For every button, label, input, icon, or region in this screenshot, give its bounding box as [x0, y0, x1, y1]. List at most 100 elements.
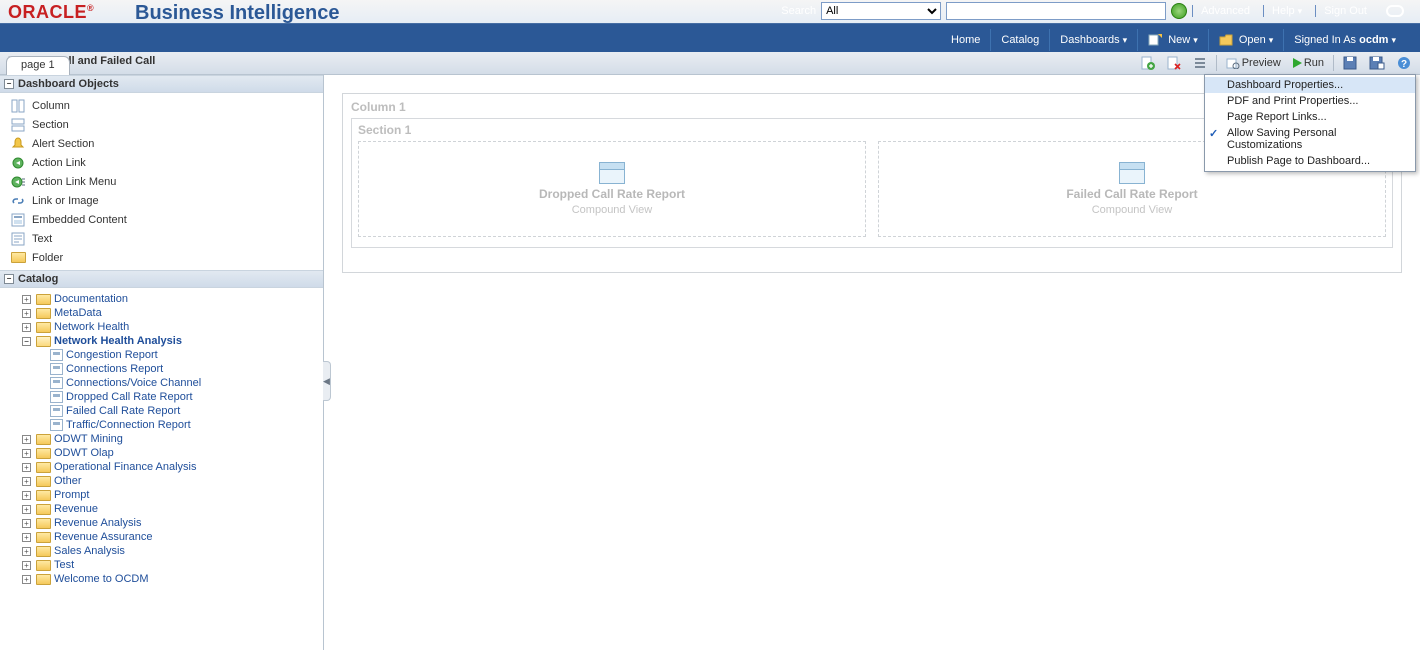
folder-icon — [36, 462, 51, 473]
object-label: Link or Image — [32, 195, 99, 207]
catalog-folder[interactable]: +MetaData — [22, 306, 323, 320]
separator — [1216, 55, 1217, 71]
search-go-button[interactable] — [1171, 3, 1187, 19]
folder-icon — [36, 434, 51, 445]
nav-home[interactable]: Home — [941, 29, 990, 51]
report-icon — [50, 363, 63, 375]
folder-label: Network Health — [54, 321, 129, 333]
catalog-report[interactable]: Traffic/Connection Report — [50, 418, 323, 432]
tools-menu-button[interactable] — [1188, 53, 1212, 72]
expand-icon[interactable]: + — [22, 463, 31, 472]
preview-icon — [1226, 57, 1240, 69]
help-button[interactable]: ? — [1392, 53, 1416, 72]
expand-icon[interactable]: + — [22, 435, 31, 444]
object-icon — [10, 136, 26, 151]
catalog-folder[interactable]: + Network Health — [22, 320, 323, 334]
expand-icon[interactable]: + — [22, 477, 31, 486]
folder-label: Documentation — [54, 293, 128, 305]
catalog-folder[interactable]: +Operational Finance Analysis — [22, 460, 323, 474]
expand-icon[interactable]: + — [22, 295, 31, 304]
dashboard-object-item[interactable]: Action Link — [0, 153, 323, 172]
folder-label: Revenue Assurance — [54, 531, 152, 543]
menu-item[interactable]: PDF and Print Properties... — [1205, 93, 1415, 109]
menu-item[interactable]: Publish Page to Dashboard... — [1205, 153, 1415, 169]
run-button[interactable]: Run — [1288, 53, 1329, 72]
nav-catalog[interactable]: Catalog — [990, 29, 1049, 51]
folder-label: Revenue Analysis — [54, 517, 141, 529]
preview-button[interactable]: Preview — [1221, 53, 1286, 72]
dashboard-objects-header[interactable]: − Dashboard Objects — [0, 75, 323, 93]
delete-page-button[interactable] — [1162, 53, 1186, 72]
nav-open[interactable]: Open▾ — [1208, 29, 1284, 51]
catalog-folder[interactable]: +Test — [22, 558, 323, 572]
expand-icon[interactable]: + — [22, 547, 31, 556]
catalog-report[interactable]: Congestion Report — [50, 348, 323, 362]
catalog-folder[interactable]: + Revenue Assurance — [22, 530, 323, 544]
dashboard-object-item[interactable]: Section — [0, 115, 323, 134]
collapse-icon[interactable]: − — [4, 79, 14, 89]
menu-item[interactable]: Dashboard Properties... — [1205, 77, 1415, 93]
dashboard-object-item[interactable]: Link or Image — [0, 191, 323, 210]
report-label: Connections/Voice Channel — [66, 377, 201, 389]
add-page-button[interactable] — [1136, 53, 1160, 72]
nav-dashboards[interactable]: Dashboards▾ — [1049, 29, 1137, 51]
catalog-folder[interactable]: +Welcome to OCDM — [22, 572, 323, 586]
report-icon — [50, 405, 63, 417]
expand-icon[interactable]: + — [22, 505, 31, 514]
catalog-header[interactable]: − Catalog — [0, 270, 323, 288]
expand-icon[interactable]: + — [22, 491, 31, 500]
folder-label: Sales Analysis — [54, 545, 125, 557]
expand-icon[interactable]: + — [22, 323, 31, 332]
expand-icon[interactable]: + — [22, 449, 31, 458]
expand-icon[interactable]: + — [22, 309, 31, 318]
sign-out-link[interactable]: Sign Out — [1315, 5, 1375, 17]
folder-label: ODWT Olap — [54, 447, 114, 459]
catalog-folder[interactable]: + Sales Analysis — [22, 544, 323, 558]
search-scope-select[interactable]: All — [821, 2, 941, 20]
catalog-report[interactable]: Connections Report — [50, 362, 323, 376]
menu-item-label: Publish Page to Dashboard... — [1227, 155, 1370, 167]
catalog-folder[interactable]: +ODWT Mining — [22, 432, 323, 446]
help-menu[interactable]: Help▾ — [1263, 5, 1310, 17]
expand-icon[interactable]: + — [22, 575, 31, 584]
tab-page-1[interactable]: page 1 — [6, 56, 70, 75]
dashboard-object-item[interactable]: Column — [0, 96, 323, 115]
menu-item-label: Dashboard Properties... — [1227, 79, 1343, 91]
object-label: Text — [32, 233, 52, 245]
menu-item[interactable]: ✓Allow Saving Personal Customizations — [1205, 125, 1415, 153]
dashboard-object-item[interactable]: Action Link Menu — [0, 172, 323, 191]
catalog-folder[interactable]: + ODWT Olap — [22, 446, 323, 460]
report-title: Failed Call Rate Report — [1066, 187, 1197, 201]
collapse-icon[interactable]: − — [4, 274, 14, 284]
catalog-folder[interactable]: +Revenue — [22, 502, 323, 516]
advanced-link[interactable]: Advanced — [1192, 5, 1258, 17]
catalog-report[interactable]: Connections/Voice Channel — [50, 376, 323, 390]
catalog-folder[interactable]: +Other — [22, 474, 323, 488]
dashboard-object-item[interactable]: Alert Section — [0, 134, 323, 153]
canvas-report[interactable]: Dropped Call Rate ReportCompound View — [358, 141, 866, 237]
tools-dropdown: Dashboard Properties... PDF and Print Pro… — [1204, 74, 1416, 172]
dashboard-object-item[interactable]: Text — [0, 229, 323, 248]
catalog-folder[interactable]: −Network Health Analysis — [22, 334, 323, 348]
collapse-icon[interactable]: − — [22, 337, 31, 346]
dashboard-object-item[interactable]: Folder — [0, 248, 323, 267]
x-page-icon — [1167, 56, 1181, 70]
search-input[interactable] — [946, 2, 1166, 20]
object-label: Action Link — [32, 157, 86, 169]
expand-icon[interactable]: + — [22, 561, 31, 570]
nav-new[interactable]: New▾ — [1137, 29, 1208, 51]
catalog-folder[interactable]: + Documentation — [22, 292, 323, 306]
menu-item[interactable]: Page Report Links... — [1205, 109, 1415, 125]
save-button[interactable] — [1338, 53, 1362, 72]
open-icon — [1219, 34, 1233, 46]
catalog-report[interactable]: Dropped Call Rate Report — [50, 390, 323, 404]
catalog-folder[interactable]: + Revenue Analysis — [22, 516, 323, 530]
splitter-handle[interactable]: ◀ — [323, 361, 331, 401]
dashboard-object-item[interactable]: Embedded Content — [0, 210, 323, 229]
catalog-report[interactable]: Failed Call Rate Report — [50, 404, 323, 418]
save-as-button[interactable] — [1364, 53, 1390, 72]
report-icon — [50, 391, 63, 403]
expand-icon[interactable]: + — [22, 519, 31, 528]
catalog-folder[interactable]: +Prompt — [22, 488, 323, 502]
expand-icon[interactable]: + — [22, 533, 31, 542]
